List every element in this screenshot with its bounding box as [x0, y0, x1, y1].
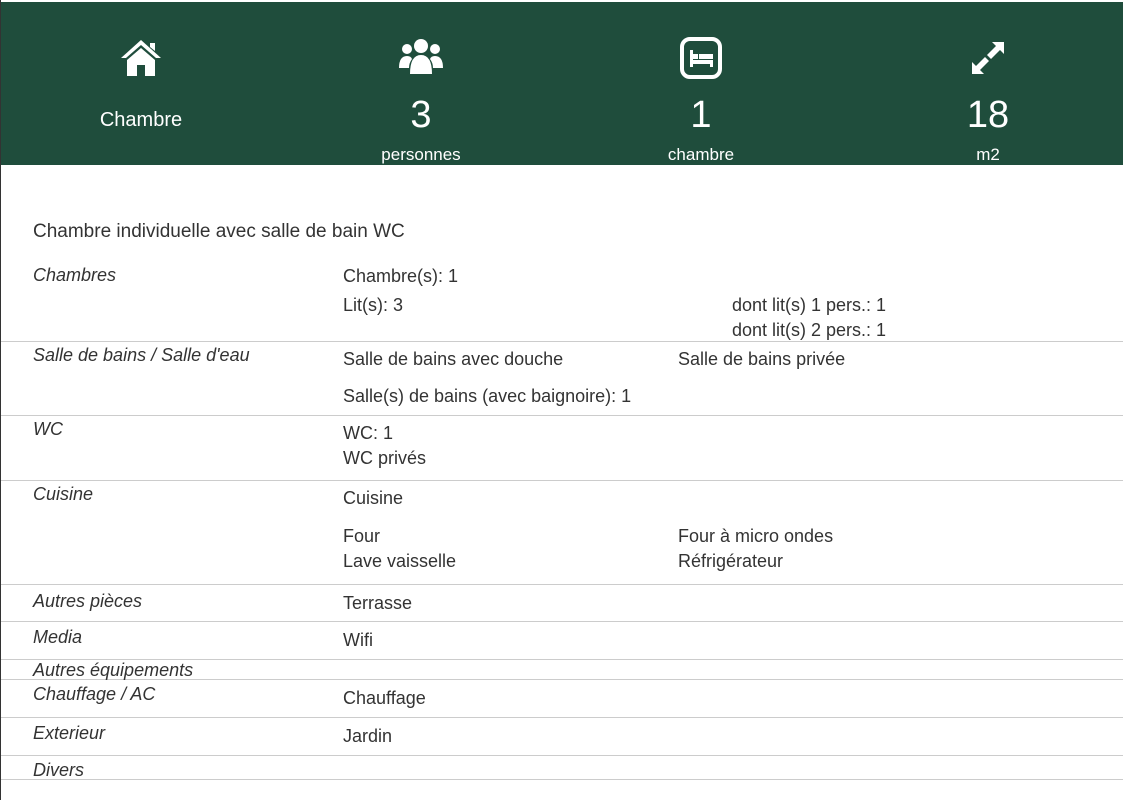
area-value: 18: [966, 94, 1010, 136]
stat-area: 18 m2: [888, 2, 1088, 165]
heating: Chauffage: [343, 688, 426, 708]
home-icon: [119, 36, 163, 80]
wc-private: WC privés: [343, 448, 427, 468]
stat-persons: 3 personnes: [321, 2, 521, 165]
room-description: Chambre individuelle avec salle de bain …: [33, 221, 405, 242]
area-unit: m2: [976, 145, 1000, 164]
amenities-table: Chambres Chambre(s): 1 Lit(s): 3 dont li…: [1, 262, 1123, 780]
row-label: Divers: [33, 760, 85, 780]
stat-type-label: Chambre: [99, 109, 183, 131]
bedrooms-count: 1: [690, 94, 712, 136]
row-exterieur: Exterieur Jardin: [1, 718, 1123, 756]
beds-count: Lit(s): 3: [343, 295, 404, 315]
row-label: Exterieur: [33, 723, 106, 743]
microwave: Four à micro ondes: [678, 526, 834, 546]
row-cuisine: Cuisine Cuisine Four Four à micro ondes …: [1, 481, 1123, 585]
row-label: Chambres: [33, 265, 117, 285]
expand-icon: [966, 36, 1010, 80]
row-label: Autres pièces: [33, 591, 143, 611]
row-wc: WC WC: 1 WC privés: [1, 416, 1123, 481]
rooms-count: Chambre(s): 1: [343, 266, 459, 286]
wifi: Wifi: [343, 630, 373, 650]
stat-bedrooms: 1 chambre: [601, 2, 801, 165]
row-divers: Divers: [1, 756, 1123, 780]
row-label: Cuisine: [33, 484, 94, 504]
garden: Jardin: [343, 726, 393, 746]
bed-icon: [679, 36, 723, 80]
double-beds: dont lit(s) 2 pers.: 1: [732, 320, 887, 340]
persons-unit: personnes: [381, 145, 461, 164]
persons-count: 3: [410, 94, 432, 136]
people-icon: [399, 36, 443, 80]
oven: Four: [343, 526, 381, 546]
row-chauffage: Chauffage / AC Chauffage: [1, 680, 1123, 718]
kitchen: Cuisine: [343, 488, 404, 508]
stat-type: Chambre: [41, 2, 241, 165]
row-label: Autres équipements: [33, 660, 194, 680]
row-autres-pieces: Autres pièces Terrasse: [1, 585, 1123, 622]
row-chambres: Chambres Chambre(s): 1 Lit(s): 3 dont li…: [1, 262, 1123, 342]
single-beds: dont lit(s) 1 pers.: 1: [732, 295, 887, 315]
row-autres-equipements: Autres équipements: [1, 660, 1123, 680]
private-bathroom: Salle de bains privée: [678, 349, 846, 369]
row-label: Chauffage / AC: [33, 684, 156, 704]
row-label: Media: [33, 627, 83, 647]
row-media: Media Wifi: [1, 622, 1123, 660]
wc-count: WC: 1: [343, 423, 394, 443]
shower-bathroom: Salle de bains avec douche: [343, 349, 564, 369]
row-salle-de-bains: Salle de bains / Salle d'eau Salle de ba…: [1, 342, 1123, 416]
terrace: Terrasse: [343, 593, 413, 613]
bedrooms-unit: chambre: [667, 145, 735, 164]
fridge: Réfrigérateur: [678, 551, 784, 571]
row-label: Salle de bains / Salle d'eau: [33, 345, 250, 365]
dishwasher: Lave vaisselle: [343, 551, 457, 571]
bathtub-count: Salle(s) de bains (avec baignoire): 1: [343, 386, 632, 406]
summary-header: Chambre 3 personnes 1 chambre 18 m2: [1, 2, 1123, 165]
row-label: WC: [33, 419, 63, 439]
